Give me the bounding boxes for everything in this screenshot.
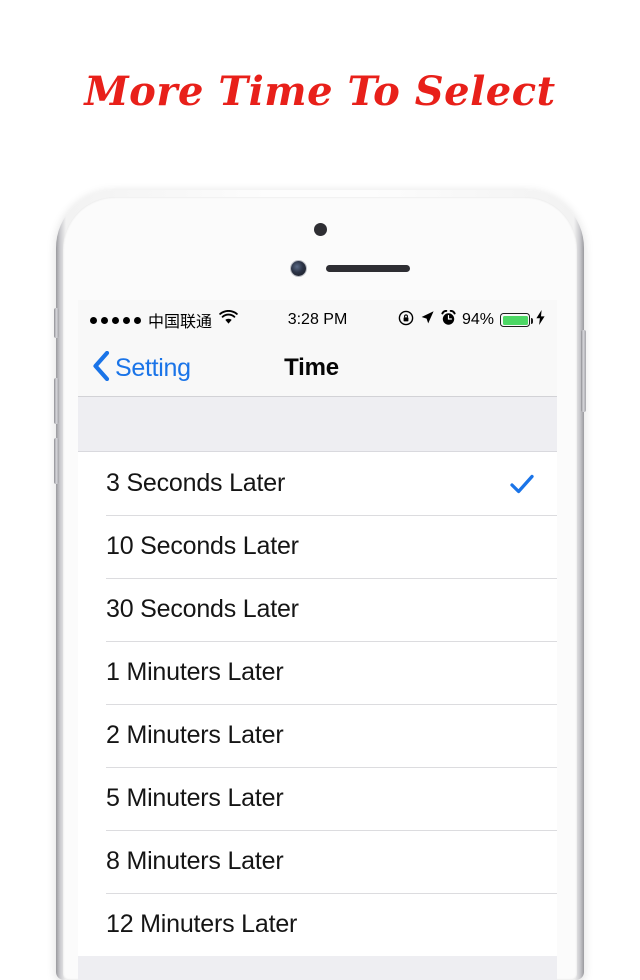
nav-title: Time	[284, 354, 339, 381]
list-item-label: 8 Minuters Later	[106, 847, 284, 875]
list-item-label: 1 Minuters Later	[106, 658, 284, 686]
alarm-clock-icon	[441, 309, 456, 331]
list-item[interactable]: 1 Minuters Later	[78, 641, 557, 704]
list-item[interactable]: 2 Minuters Later	[78, 704, 557, 767]
iphone-mockup: 中国联通 3:28 PM 94% Setting Time 3 Seconds …	[54, 190, 586, 980]
list-item-label: 30 Seconds Later	[106, 595, 299, 623]
list-item[interactable]: 8 Minuters Later	[78, 830, 557, 893]
front-camera-icon	[291, 261, 306, 276]
volume-down-button[interactable]	[54, 438, 59, 484]
proximity-sensor-icon	[314, 223, 327, 236]
list-item-label: 10 Seconds Later	[106, 532, 299, 560]
option-list: 3 Seconds Later 10 Seconds Later 30 Seco…	[78, 452, 557, 956]
list-item-label: 2 Minuters Later	[106, 721, 284, 749]
list-item[interactable]: 3 Seconds Later	[78, 452, 557, 515]
battery-icon	[500, 313, 533, 327]
list-item-label: 5 Minuters Later	[106, 784, 284, 812]
volume-up-button[interactable]	[54, 378, 59, 424]
battery-percent-label: 94%	[461, 311, 494, 328]
mute-switch-button[interactable]	[54, 308, 59, 338]
list-item[interactable]: 10 Seconds Later	[78, 515, 557, 578]
rotation-lock-icon	[398, 310, 414, 331]
list-item[interactable]: 12 Minuters Later	[78, 893, 557, 956]
checkmark-icon	[509, 471, 535, 497]
navigation-bar: Setting Time	[78, 340, 557, 397]
phone-screen: 中国联通 3:28 PM 94% Setting Time 3 Seconds …	[78, 300, 557, 980]
location-arrow-icon	[420, 310, 435, 330]
list-item[interactable]: 30 Seconds Later	[78, 578, 557, 641]
status-bar-right: 94%	[398, 300, 545, 340]
settings-table: 3 Seconds Later 10 Seconds Later 30 Seco…	[78, 397, 557, 980]
status-bar: 中国联通 3:28 PM 94%	[78, 300, 557, 340]
list-item[interactable]: 5 Minuters Later	[78, 767, 557, 830]
power-button[interactable]	[581, 330, 586, 412]
list-item-label: 12 Minuters Later	[106, 910, 298, 938]
charging-bolt-icon	[536, 310, 545, 330]
list-item-label: 3 Seconds Later	[106, 469, 286, 497]
page-title: More Time To Select	[84, 68, 556, 115]
earpiece-speaker-icon	[326, 265, 410, 272]
section-header	[78, 397, 557, 452]
